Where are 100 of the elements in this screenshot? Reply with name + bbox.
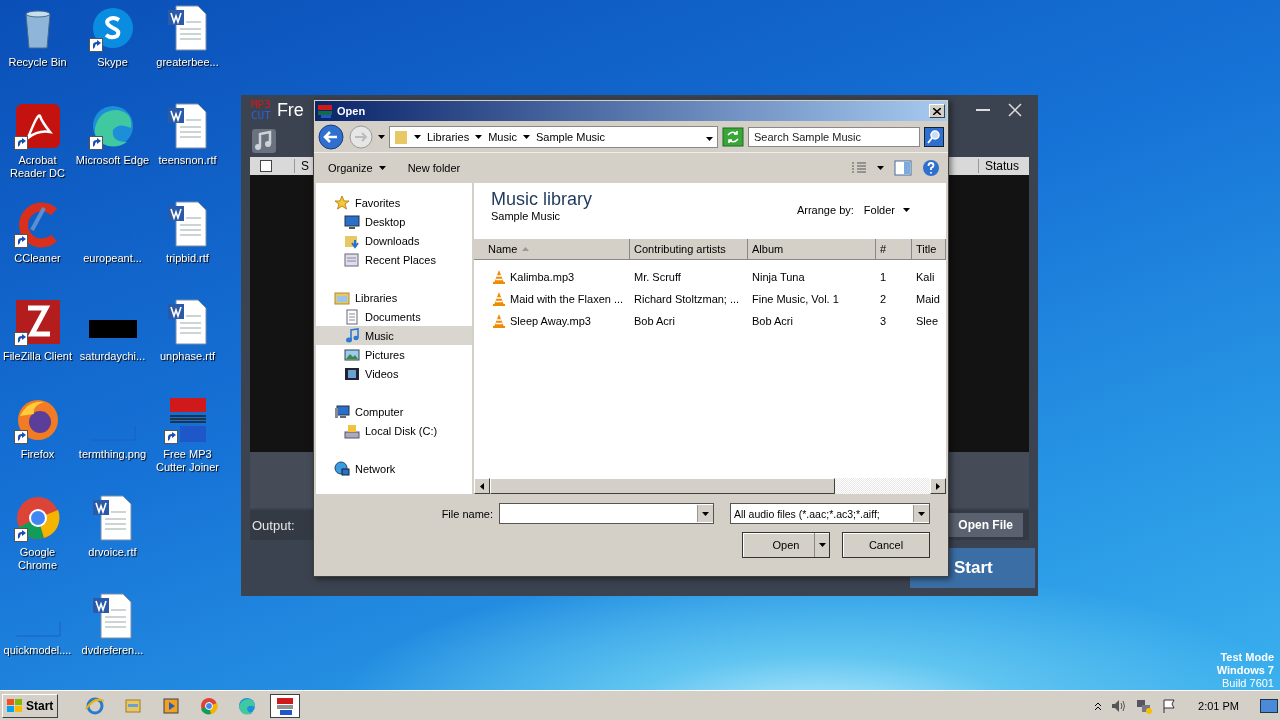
start-button[interactable]: Start (2, 693, 59, 718)
right-arrow-icon[interactable] (936, 482, 940, 490)
dropdown-arrow-icon (918, 511, 925, 516)
taskbar-app-button[interactable] (270, 693, 301, 718)
close-button[interactable] (929, 104, 945, 118)
column-header[interactable]: Status (978, 159, 1029, 173)
table-cell-text: Fine Music, Vol. 1 (751, 293, 840, 305)
search-field[interactable]: Search Sample Music (748, 127, 920, 147)
desktop-icon-label[interactable]: termthing.png (74, 448, 151, 461)
traffic-cone-icon (492, 292, 506, 306)
file-name[interactable]: Kalimba.mp3 (510, 271, 575, 283)
chevron-icon[interactable] (522, 135, 530, 139)
preview-pane-icon[interactable] (894, 160, 912, 176)
cancel-button[interactable]: Cancel (842, 532, 930, 558)
left-arrow-icon[interactable] (480, 482, 484, 490)
picture-icon (344, 346, 360, 363)
table-cell-text: Bob Acri (751, 315, 794, 327)
search-icon[interactable] (924, 127, 944, 147)
desktop-icon-label[interactable]: Microsoft Edge (74, 154, 151, 167)
desktop-icon-label[interactable]: Firefox (0, 448, 76, 461)
desktop-icon-label[interactable]: Google Chrome (0, 546, 76, 572)
acrobat-icon[interactable] (13, 102, 62, 150)
column-header[interactable]: Album (748, 239, 876, 260)
music-note-icon[interactable] (251, 128, 277, 154)
desktop-icon-label[interactable]: Recycle Bin (0, 56, 76, 69)
chrome-icon (199, 695, 220, 716)
horizontal-scrollbar[interactable] (474, 478, 946, 494)
desktop-icon-label[interactable]: dvdreferen... (74, 644, 151, 657)
star-icon (334, 194, 350, 211)
nav-item[interactable]: Desktop (316, 212, 472, 231)
open-file-button[interactable]: Open File (948, 513, 1023, 537)
desktop-icon-label[interactable]: greaterbee... (149, 56, 226, 69)
nav-item[interactable]: Downloads (316, 231, 472, 250)
output-label: Output: (251, 517, 295, 533)
os-notice-text: Windows 7 (1216, 664, 1274, 677)
checkbox[interactable] (260, 160, 272, 172)
address-bar[interactable]: Libraries Music Sample Music (389, 126, 718, 148)
nav-item[interactable]: Computer (316, 402, 472, 421)
organize-button[interactable]: Organize (328, 162, 386, 174)
file-name-field[interactable] (499, 503, 714, 524)
desktop-icon-label[interactable]: quickmodel.... (0, 644, 76, 657)
chevron-icon[interactable] (475, 135, 483, 139)
window-title: Fre (276, 99, 304, 121)
minimize-icon[interactable] (976, 108, 990, 112)
column-header[interactable]: # (876, 239, 912, 260)
close-icon[interactable] (1008, 103, 1022, 117)
column-header[interactable]: Name (474, 239, 630, 260)
nav-item[interactable]: Libraries (316, 288, 472, 307)
file-name[interactable]: Sleep Away.mp3 (510, 315, 591, 327)
nav-item[interactable]: Recent Places (316, 250, 472, 269)
table-cell-text: 3 (879, 315, 888, 327)
nav-item[interactable]: Documents (316, 307, 472, 326)
desktop-icon-label[interactable]: FileZilla Client (0, 350, 76, 363)
file-type-dropdown[interactable]: All audio files (*.aac;*.ac3;*.aiff; (730, 503, 930, 524)
column-header[interactable]: Contributing artists (630, 239, 748, 260)
open-button[interactable]: Open (742, 532, 830, 558)
speaker-icon[interactable] (1111, 698, 1128, 713)
flag-icon[interactable] (1161, 697, 1178, 714)
dropdown-arrow-icon (378, 166, 386, 170)
nav-item[interactable]: Pictures (316, 345, 472, 364)
desktop-icon-label[interactable]: saturdaychi... (74, 350, 151, 363)
monitor-icon (344, 213, 360, 230)
table-cell-text: Richard Stoltzman; ... (633, 293, 741, 305)
breadcrumb-item[interactable]: Sample Music (535, 131, 605, 143)
close-icon (933, 107, 941, 115)
desktop-icon-label[interactable]: Acrobat Reader DC (0, 154, 76, 180)
clock[interactable]: 2:01 PM (1186, 699, 1251, 712)
desktop-icon-label[interactable]: Skype (74, 56, 151, 69)
refresh-icon[interactable] (722, 127, 744, 147)
filezilla-icon[interactable] (13, 298, 62, 346)
arrange-dropdown[interactable]: Folder (863, 204, 910, 216)
file-name[interactable]: Maid with the Flaxen ... (510, 293, 624, 305)
nav-item[interactable]: Network (316, 459, 472, 478)
nav-item[interactable]: Videos (316, 364, 472, 383)
desktop-icon-label[interactable]: drvoice.rtf (74, 546, 151, 559)
network-icon[interactable] (1136, 697, 1153, 714)
file-name-label: File name: (441, 507, 493, 520)
help-icon[interactable] (922, 159, 940, 177)
chevron-up-icon[interactable] (1094, 700, 1103, 711)
internet-explorer-icon (85, 695, 106, 716)
dropdown-arrow-icon (378, 135, 385, 139)
desktop-icon-label[interactable]: tripbid.rtf (149, 252, 226, 265)
chevron-icon[interactable] (414, 135, 421, 139)
dropdown-arrow-icon (706, 137, 713, 141)
new-folder-button[interactable]: New folder (407, 162, 461, 174)
nav-item[interactable]: Music (316, 326, 472, 345)
breadcrumb-item[interactable]: Libraries (427, 131, 470, 143)
desktop-icon-label[interactable]: unphase.rtf (149, 350, 226, 363)
dropdown-arrow-icon (903, 208, 910, 212)
desktop-icon-label[interactable]: europeant... (74, 252, 151, 265)
desktop-icon-label[interactable]: Free MP3 Cutter Joiner (149, 448, 226, 474)
nav-item[interactable]: Local Disk (C:) (316, 421, 472, 440)
dropdown-arrow-icon (877, 166, 884, 170)
mp3-cutter-icon (317, 104, 333, 118)
show-desktop-icon[interactable] (1260, 698, 1278, 713)
desktop-icon-label[interactable]: CCleaner (0, 252, 76, 265)
breadcrumb-item[interactable]: Music (488, 131, 517, 143)
desktop-icon-label[interactable]: teensnon.rtf (149, 154, 226, 167)
nav-item[interactable]: Favorites (316, 193, 472, 212)
column-header[interactable]: Title (912, 239, 946, 260)
